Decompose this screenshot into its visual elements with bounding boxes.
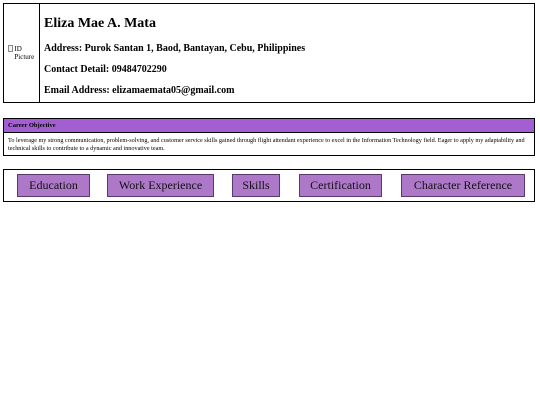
profile-header: ID Picture Eliza Mae A. Mata Address: Pu… — [3, 3, 535, 103]
skills-button[interactable]: Skills — [232, 174, 280, 197]
career-objective-text: To leverage my strong communication, pro… — [8, 137, 525, 152]
profile-address: Address: Purok Santan 1, Baod, Bantayan,… — [44, 43, 306, 54]
career-objective-title: Career Objective — [4, 119, 534, 133]
profile-contact: Contact Detail: 09484702290 — [44, 64, 167, 75]
career-objective-section: Career Objective To leverage my strong c… — [3, 118, 535, 156]
id-picture-broken-image: ID Picture — [8, 45, 39, 61]
character-reference-button[interactable]: Character Reference — [401, 174, 525, 197]
broken-image-icon — [8, 45, 14, 52]
work-experience-button[interactable]: Work Experience — [107, 174, 214, 197]
id-picture: ID Picture — [4, 4, 40, 102]
certification-button[interactable]: Certification — [299, 174, 382, 197]
education-button[interactable]: Education — [17, 174, 90, 197]
section-nav: Education Work Experience Skills Certifi… — [3, 169, 535, 202]
profile-name: Eliza Mae A. Mata — [44, 16, 156, 31]
profile-info: Eliza Mae A. Mata Address: Purok Santan … — [40, 4, 305, 102]
id-picture-alt-text: ID Picture — [14, 45, 35, 61]
profile-email: Email Address: elizamaemata05@gmail.com — [44, 85, 235, 96]
